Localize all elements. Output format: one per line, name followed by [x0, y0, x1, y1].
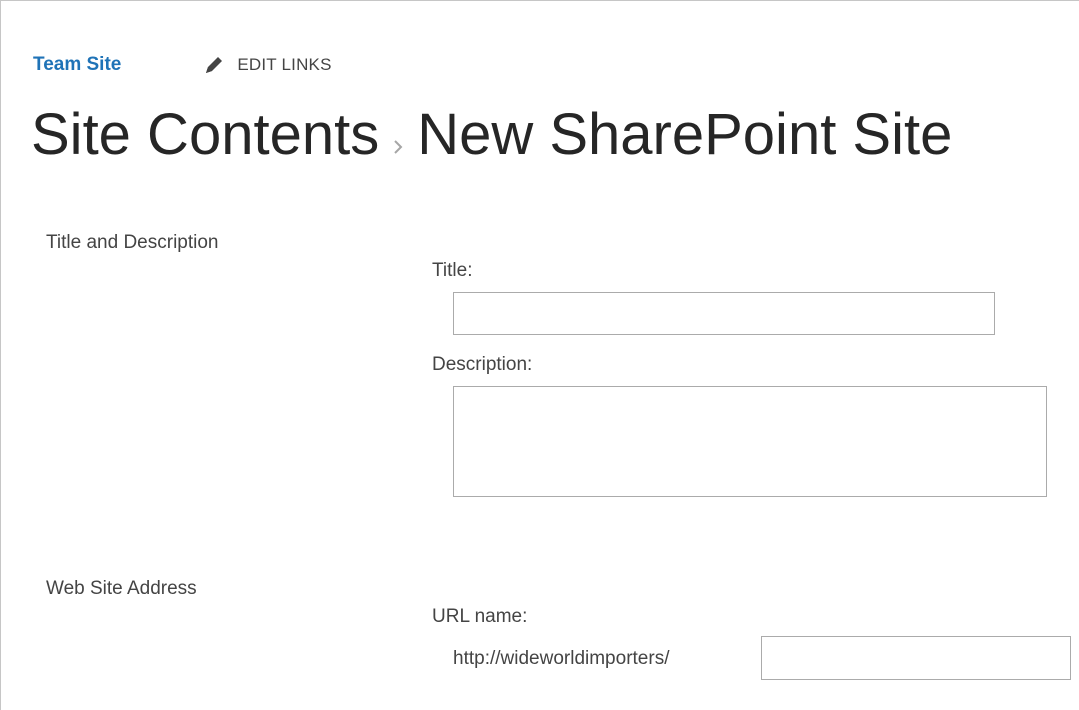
page-title: Site Contents New SharePoint Site	[31, 94, 952, 174]
description-textarea[interactable]	[453, 386, 1047, 497]
section-title-description: Title and Description	[46, 232, 219, 253]
section-web-site-address: Web Site Address	[46, 578, 197, 599]
team-site-link[interactable]: Team Site	[33, 54, 121, 76]
url-name-label: URL name:	[432, 606, 528, 627]
chevron-right-icon	[379, 101, 417, 168]
breadcrumb-site-contents[interactable]: Site Contents	[31, 101, 379, 168]
pencil-icon	[203, 54, 225, 76]
description-label: Description:	[432, 354, 533, 375]
edit-links-button[interactable]: EDIT LINKS	[203, 54, 331, 76]
top-nav: Team Site EDIT LINKS	[33, 52, 332, 78]
title-label: Title:	[432, 260, 473, 281]
edit-links-label: EDIT LINKS	[237, 55, 332, 74]
breadcrumb-current: New SharePoint Site	[417, 101, 953, 167]
url-name-input[interactable]	[761, 636, 1071, 680]
title-input[interactable]	[453, 292, 995, 335]
url-prefix: http://wideworldimporters/	[453, 648, 670, 669]
